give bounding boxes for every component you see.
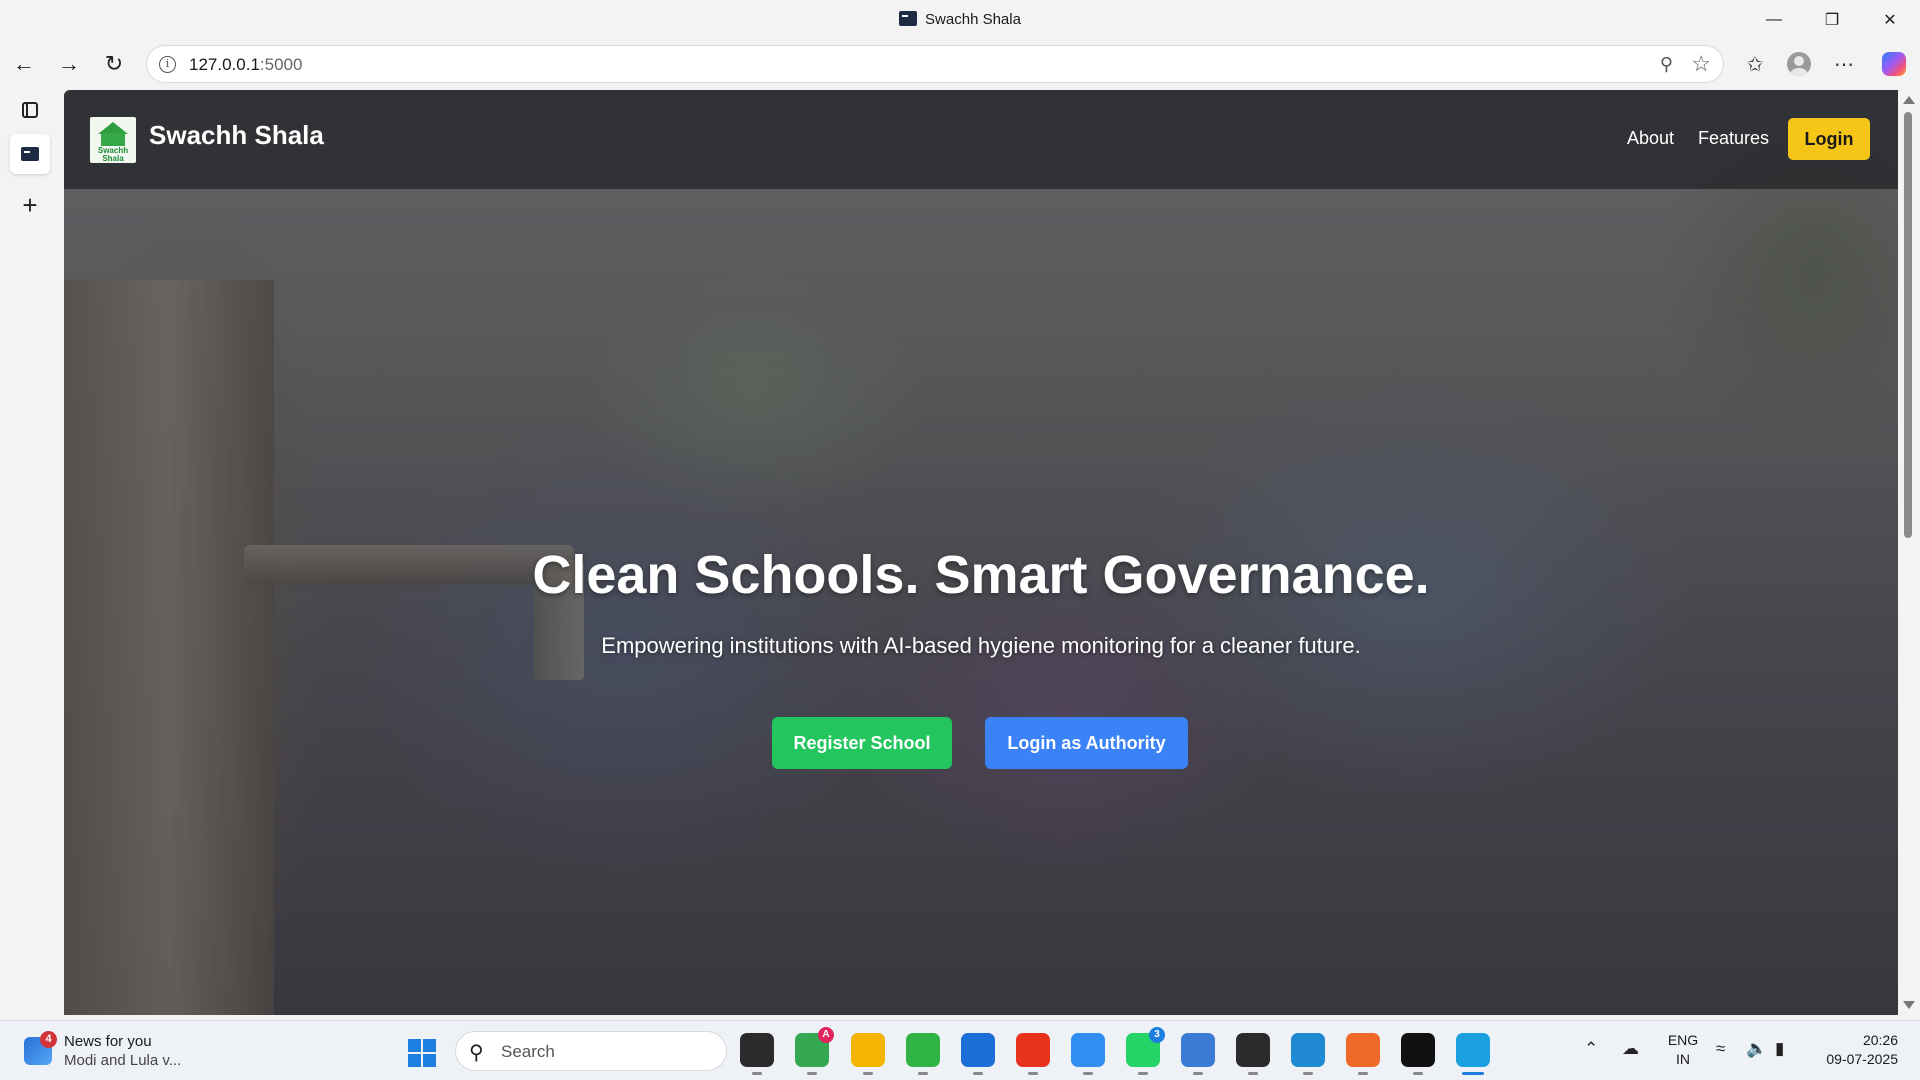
- postman-icon[interactable]: [1346, 1033, 1380, 1075]
- url-text[interactable]: 127.0.0.1:5000: [189, 55, 302, 75]
- running-indicator: [1413, 1072, 1423, 1075]
- nav-link-features[interactable]: Features: [1698, 128, 1769, 149]
- page-scrollbar[interactable]: [1898, 90, 1918, 1015]
- running-indicator: [1248, 1072, 1258, 1075]
- hero-title: Clean Schools. Smart Governance.: [532, 545, 1430, 605]
- wifi-icon[interactable]: ≈: [1716, 1039, 1725, 1059]
- hero-subtitle: Empowering institutions with AI-based hy…: [601, 633, 1361, 658]
- microsoft-store-icon[interactable]: [961, 1033, 995, 1075]
- app-badge: A: [818, 1027, 834, 1043]
- running-indicator: [1193, 1072, 1203, 1075]
- forward-button[interactable]: →: [51, 48, 87, 80]
- vertical-tab-strip: +: [0, 90, 60, 1020]
- volume-icon[interactable]: 🔈: [1746, 1039, 1767, 1059]
- nav-link-about[interactable]: About: [1627, 128, 1674, 149]
- news-title: News for you: [64, 1033, 152, 1050]
- window-title-bar: Swachh Shala — ❐ ✕: [0, 0, 1920, 40]
- taskbar: 4 News for you Modi and Lula v... ⚲ Sear…: [0, 1020, 1920, 1080]
- sync-icon[interactable]: [906, 1033, 940, 1075]
- copilot-button[interactable]: [1876, 48, 1912, 80]
- running-indicator: [1028, 1072, 1038, 1075]
- running-indicator: [1462, 1072, 1484, 1075]
- page-viewport: Swachh Shala Swachh Shala About Features…: [64, 90, 1898, 1015]
- favorite-star-icon[interactable]: ☆: [1691, 51, 1711, 77]
- taskbar-search[interactable]: ⚲ Search: [455, 1031, 727, 1071]
- new-tab-button[interactable]: +: [10, 185, 50, 225]
- running-indicator: [863, 1072, 873, 1075]
- git-icon[interactable]: [1016, 1033, 1050, 1075]
- tab-swachh-shala[interactable]: [10, 134, 50, 174]
- scroll-down-arrow[interactable]: [1903, 1001, 1915, 1009]
- site-navbar: Swachh Shala Swachh Shala About Features…: [64, 90, 1898, 189]
- weather-icon[interactable]: [1071, 1033, 1105, 1075]
- clock-date: 09-07-2025: [1826, 1051, 1898, 1067]
- news-badge: 4: [40, 1031, 57, 1048]
- file-explorer-icon[interactable]: [851, 1033, 885, 1075]
- address-bar[interactable]: i 127.0.0.1:5000 ⚲ ☆: [146, 45, 1724, 83]
- cmd-icon[interactable]: [1401, 1033, 1435, 1075]
- scroll-up-arrow[interactable]: [1903, 96, 1915, 104]
- minimize-button[interactable]: —: [1745, 0, 1803, 40]
- login-as-authority-button[interactable]: Login as Authority: [985, 717, 1188, 769]
- terminal-tab-icon: [21, 147, 39, 161]
- whatsapp-icon[interactable]: 3: [1126, 1027, 1165, 1075]
- edge-icon[interactable]: [1456, 1033, 1490, 1075]
- task-view-icon[interactable]: [740, 1033, 774, 1075]
- chrome-icon[interactable]: A: [795, 1027, 834, 1075]
- refresh-button[interactable]: ↻: [96, 48, 132, 80]
- show-hidden-icons-button[interactable]: ⌃: [1584, 1039, 1598, 1059]
- language-indicator[interactable]: ENG IN: [1665, 1031, 1701, 1069]
- clock-time: 20:26: [1862, 1032, 1898, 1048]
- battery-icon[interactable]: ▮: [1775, 1039, 1784, 1059]
- running-indicator: [807, 1072, 817, 1075]
- terminal-tab-icon: [899, 11, 918, 26]
- site-logo[interactable]: Swachh Shala: [90, 117, 136, 163]
- start-button[interactable]: [408, 1039, 436, 1067]
- app-badge: 3: [1149, 1027, 1165, 1043]
- register-school-button[interactable]: Register School: [772, 717, 952, 769]
- running-indicator: [1138, 1072, 1148, 1075]
- running-indicator: [1083, 1072, 1093, 1075]
- scrollbar-thumb[interactable]: [1904, 112, 1912, 538]
- tab-actions-icon: [22, 102, 38, 118]
- logo-text-line2: Shala: [102, 154, 124, 163]
- favorites-icon[interactable]: ✩: [1737, 48, 1773, 80]
- window-title: Swachh Shala: [0, 11, 1920, 28]
- running-indicator: [918, 1072, 928, 1075]
- site-info-icon[interactable]: i: [159, 56, 176, 73]
- terminal-icon[interactable]: [1236, 1033, 1270, 1075]
- tab-actions-button[interactable]: [10, 90, 50, 130]
- window-app-icon[interactable]: [1181, 1033, 1215, 1075]
- logo-house: [101, 133, 125, 146]
- search-label: Search: [501, 1042, 555, 1061]
- running-indicator: [973, 1072, 983, 1075]
- restore-button[interactable]: ❐: [1803, 0, 1861, 40]
- language-code: ENG: [1667, 1032, 1699, 1048]
- close-button[interactable]: ✕: [1861, 0, 1919, 40]
- avatar-icon: [1787, 52, 1811, 76]
- news-widget[interactable]: 4 News for you Modi and Lula v...: [24, 1031, 194, 1073]
- site-brand[interactable]: Swachh Shala: [149, 120, 324, 151]
- vscode-icon[interactable]: [1291, 1033, 1325, 1075]
- nav-login-button[interactable]: Login: [1788, 118, 1870, 160]
- copilot-icon: [1882, 52, 1906, 76]
- profile-button[interactable]: [1781, 48, 1817, 80]
- region-code: IN: [1676, 1051, 1690, 1067]
- back-button[interactable]: ←: [6, 48, 42, 80]
- running-indicator: [752, 1072, 762, 1075]
- zoom-icon[interactable]: ⚲: [1660, 54, 1673, 75]
- browser-toolbar: ← → ↻ i 127.0.0.1:5000 ⚲ ☆ ✩ ⋯: [0, 40, 1920, 88]
- running-indicator: [1358, 1072, 1368, 1075]
- onedrive-icon[interactable]: ☁: [1622, 1039, 1639, 1059]
- search-icon: ⚲: [469, 1042, 484, 1064]
- system-clock[interactable]: 20:26 09-07-2025: [1812, 1031, 1898, 1069]
- more-menu-icon[interactable]: ⋯: [1826, 48, 1862, 80]
- news-headline: Modi and Lula v...: [64, 1052, 182, 1069]
- running-indicator: [1303, 1072, 1313, 1075]
